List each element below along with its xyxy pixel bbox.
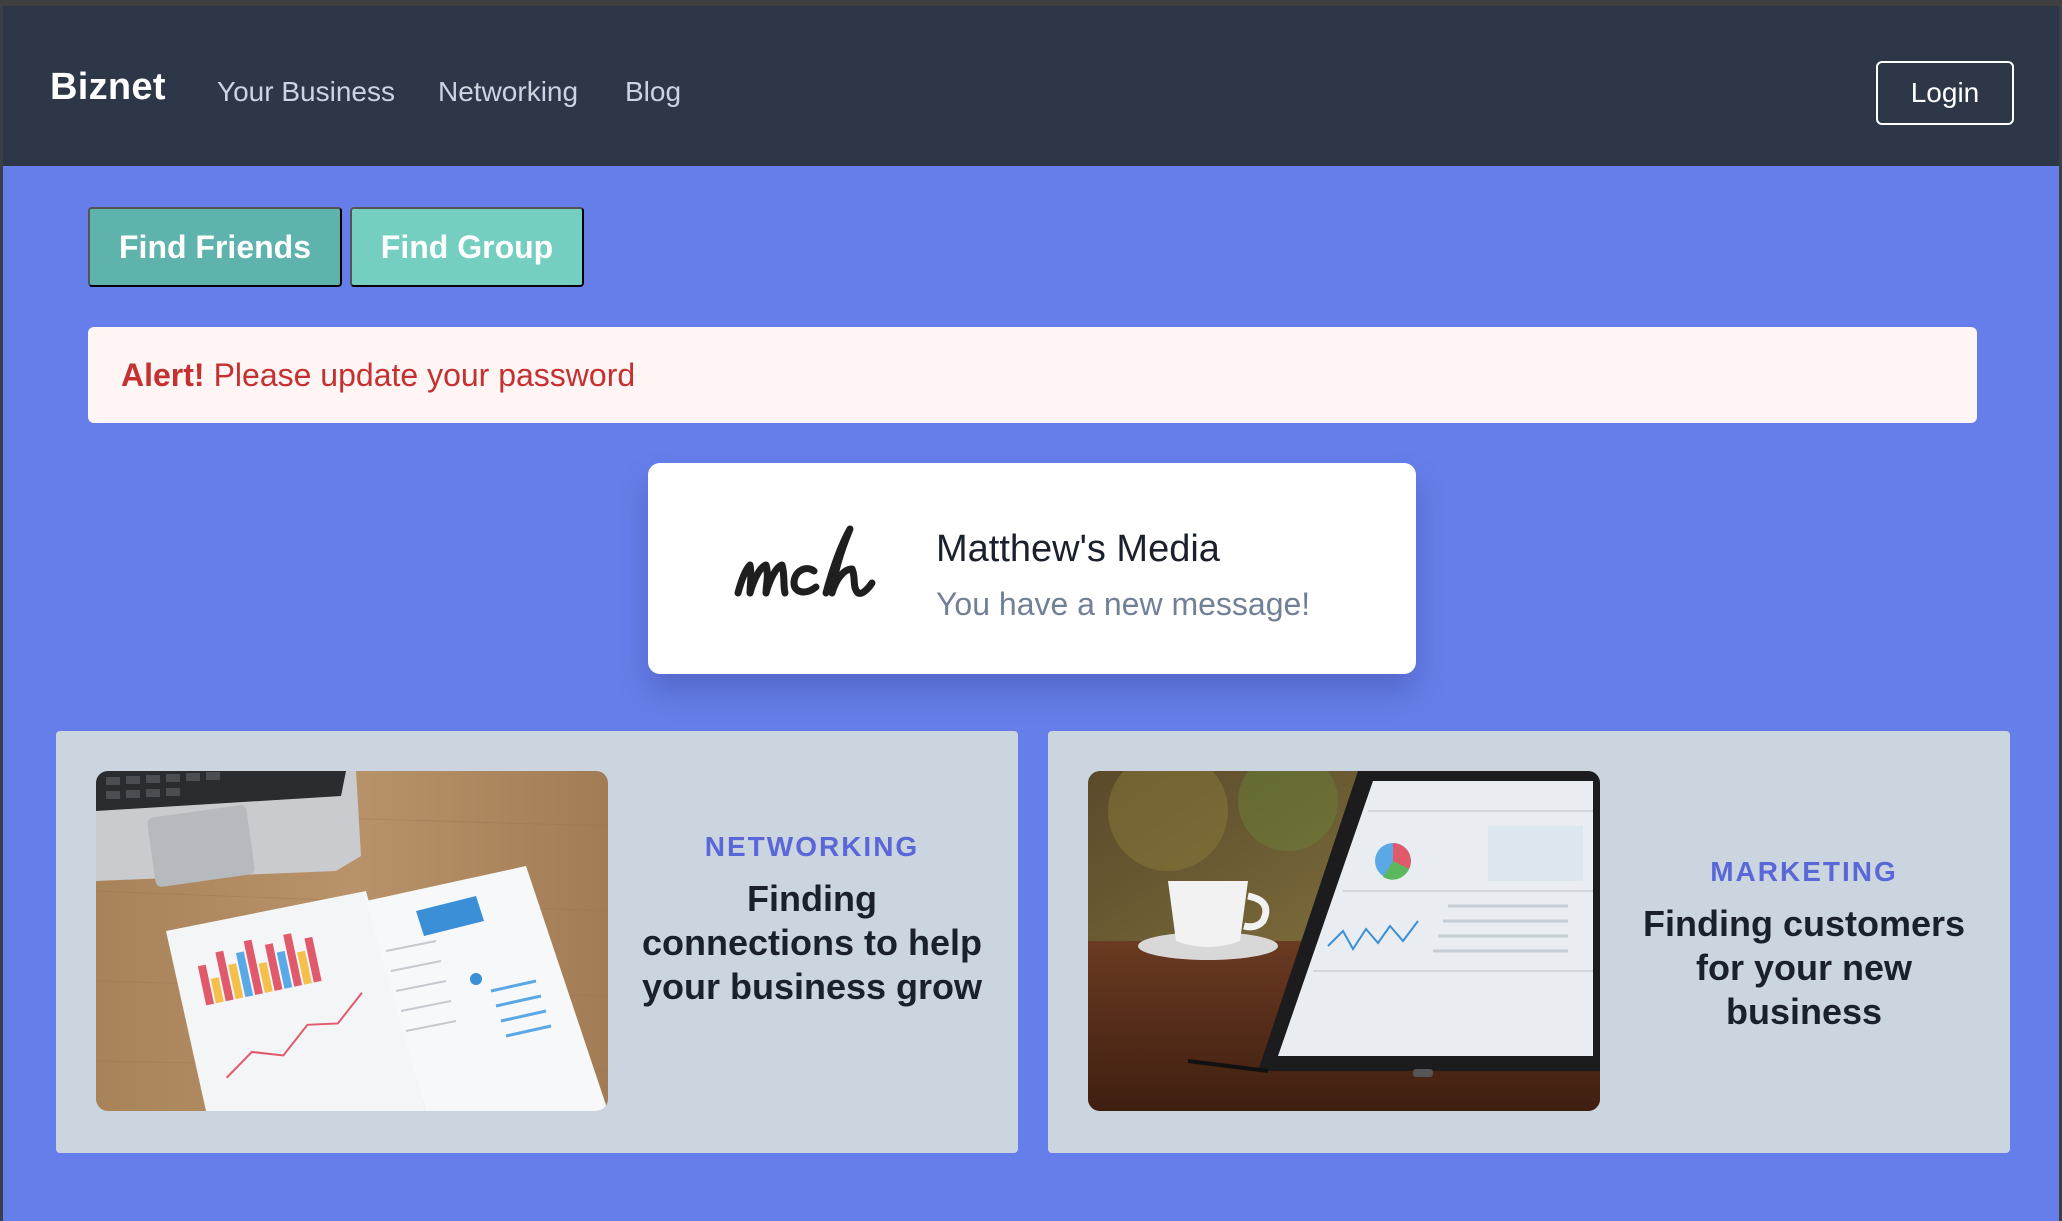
login-button[interactable]: Login	[1876, 61, 2014, 125]
marketing-card[interactable]: MARKETING Finding customers for your new…	[1048, 731, 2010, 1153]
nav-link-blog[interactable]: Blog	[625, 76, 681, 108]
notification-title: Matthew's Media	[936, 528, 1220, 570]
card-title[interactable]: Finding connections to help your busines…	[640, 877, 984, 1009]
documents-with-charts-image	[96, 771, 608, 1111]
marketing-card-text: MARKETING Finding customers for your new…	[1632, 856, 1976, 1034]
alert-label: Alert!	[121, 356, 205, 393]
top-navbar: Biznet Your Business Networking Blog Log…	[0, 6, 2062, 166]
password-alert: Alert! Please update your password	[88, 327, 1977, 423]
networking-card-text: NETWORKING Finding connections to help y…	[640, 831, 984, 1009]
brand-logo[interactable]: Biznet	[50, 66, 166, 109]
find-friends-button[interactable]: Find Friends	[88, 207, 342, 287]
nav-link-networking[interactable]: Networking	[438, 76, 578, 108]
nav-link-your-business[interactable]: Your Business	[217, 76, 395, 108]
networking-card[interactable]: NETWORKING Finding connections to help y…	[56, 731, 1018, 1153]
card-category: NETWORKING	[704, 831, 920, 862]
message-notification[interactable]: Matthew's Media You have a new message!	[648, 463, 1416, 674]
notification-message: You have a new message!	[936, 586, 1311, 622]
find-group-button[interactable]: Find Group	[350, 207, 584, 287]
card-category: MARKETING	[1710, 856, 1898, 887]
alert-message: Please update your password	[213, 356, 636, 393]
marketing-card-image	[1088, 771, 1600, 1111]
mch-logo	[734, 525, 876, 597]
card-title[interactable]: Finding customers for your new business	[1632, 902, 1976, 1034]
networking-card-image	[96, 771, 608, 1111]
tablet-analytics-image	[1088, 771, 1600, 1111]
